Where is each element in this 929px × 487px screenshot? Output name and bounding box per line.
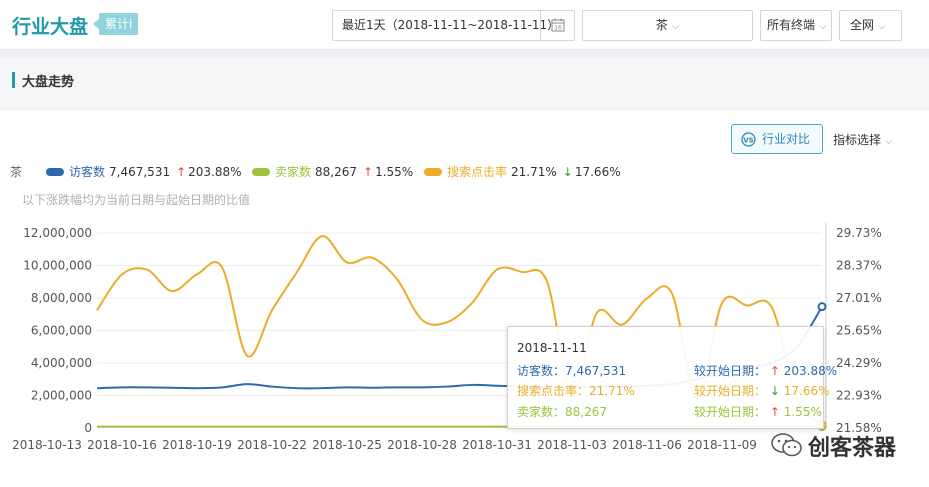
x-tick-label: 2018-10-19 [162,438,232,452]
y-left-tick-label: 0 [84,421,92,435]
y-right-tick-label: 24.29% [836,356,882,370]
arrow-up-icon: ↑ [769,405,780,419]
tooltip-row-compare: 较开始日期： ↑ 203.88% [694,362,837,379]
tooltip-date: 2018-11-11 [517,341,587,355]
tooltip-change: 203.88% [783,364,838,378]
y-right-tick-label: 28.37% [836,259,882,273]
wechat-icon [771,433,802,457]
y-left-tick-label: 2,000,000 [31,389,92,403]
tooltip-row-label: 卖家数：88,267 [517,405,607,419]
tooltip-row-label: 访客数：7,467,531 [517,364,627,378]
y-left-tick-label: 6,000,000 [31,324,92,338]
arrow-down-icon: ↓ [769,384,780,398]
y-right-tick-label: 25.65% [836,324,882,338]
x-tick-label: 2018-10-13 [12,438,82,452]
x-tick-label: 2018-10-28 [387,438,457,452]
tooltip-row-compare: 较开始日期： ↑ 1.55% [694,403,822,420]
data-point [817,302,827,312]
y-right-tick-label: 27.01% [836,291,882,305]
watermark-text: 创客茶器 [808,436,897,461]
tooltip-compare-label: 较开始日期： [694,384,767,398]
tooltip-compare-label: 较开始日期： [694,364,767,378]
y-left-tick-label: 10,000,000 [23,259,92,273]
tooltip-row-compare: 较开始日期： ↓ 17.66% [694,382,830,399]
y-left-tick-label: 4,000,000 [31,356,92,370]
y-left-tick-label: 12,000,000 [23,226,92,240]
tooltip-compare-label: 较开始日期： [694,405,767,419]
chart-tooltip: 2018-11-11 访客数：7,467,531 较开始日期： ↑ 203.88… [507,326,837,429]
tooltip-change: 17.66% [783,384,830,398]
y-left-tick-label: 8,000,000 [31,291,92,305]
arrow-up-icon: ↑ [769,364,780,378]
x-tick-label: 2018-10-25 [312,438,382,452]
x-tick-label: 2018-11-03 [537,438,607,452]
x-tick-label: 2018-10-31 [462,438,532,452]
x-tick-label: 2018-10-16 [87,438,157,452]
x-tick-label: 2018-11-09 [687,438,757,452]
y-right-tick-label: 22.93% [836,389,882,403]
y-right-tick-label: 29.73% [836,226,882,240]
x-tick-label: 2018-11-06 [612,438,682,452]
x-tick-label: 2018-10-22 [237,438,307,452]
tooltip-change: 1.55% [783,405,822,419]
tooltip-row-label: 搜索点击率：21.71% [517,384,635,398]
